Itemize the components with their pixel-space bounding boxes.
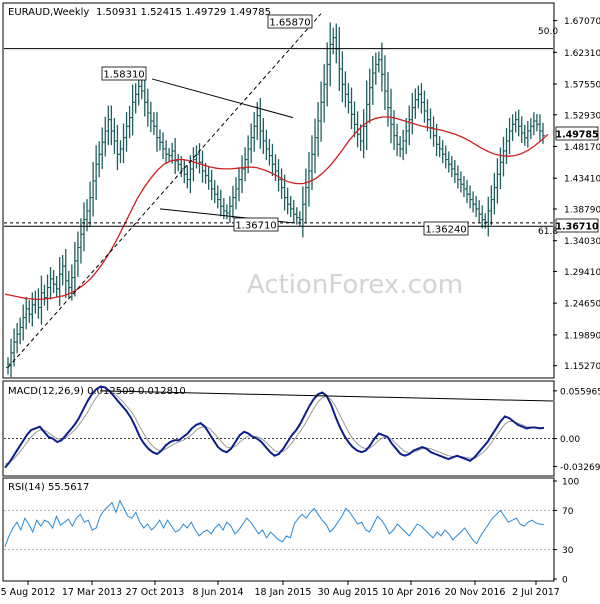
price-tick-label: 1.34030 — [564, 237, 600, 247]
price-tick-label: 1.19890 — [564, 331, 600, 341]
macd-tick-label: -0.03269 — [560, 463, 600, 473]
price-ohlc: 1.50931 1.52415 1.49729 1.49785 — [96, 7, 271, 18]
rsi-tick-label: 100 — [562, 478, 579, 488]
price-tick-label: 1.52930 — [564, 111, 600, 121]
last-price-label: 1.49785 — [555, 130, 598, 141]
x-tick-label: 5 Aug 2012 — [1, 587, 56, 598]
callout-165870: 1.65870 — [269, 18, 310, 29]
macd-tick-label: 0.00 — [560, 435, 580, 445]
price-tick-label: 1.57550 — [564, 81, 600, 91]
chart-root: ActionForex.com EURAUD,Weekly 1.50931 1.… — [0, 0, 600, 600]
price-tick-label: 1.48170 — [564, 143, 600, 153]
price-axis-group: 1.67070 1.62310 1.57550 1.52930 1.48170 1.434… — [553, 17, 600, 372]
x-tick-label: 2 Jul 2017 — [512, 587, 560, 598]
price-tick-label: 1.67070 — [564, 17, 600, 27]
price-tick-label: 1.29410 — [564, 268, 600, 278]
x-tick-label: 27 Oct 2013 — [126, 587, 185, 598]
chart-canvas: ActionForex.com EURAUD,Weekly 1.50931 1.… — [1, 2, 600, 598]
rsi-tick-label: 70 — [562, 507, 574, 517]
rsi-tick-label: 0 — [562, 576, 568, 586]
rsi-tick-label: 30 — [562, 546, 574, 556]
price-tick-label: 1.38790 — [564, 205, 600, 215]
x-tick-label: 30 Aug 2015 — [318, 587, 379, 598]
x-tick-label: 18 Jan 2015 — [255, 587, 312, 598]
price-tick-label: 1.15270 — [564, 362, 600, 372]
fib-50-label: 50.0 — [538, 27, 558, 37]
x-axis-group: 5 Aug 2012 17 Mar 2013 27 Oct 2013 8 Jun 20… — [1, 581, 560, 598]
price-title: EURAUD,Weekly — [8, 7, 89, 18]
watermark: ActionForex.com — [247, 270, 463, 300]
x-tick-label: 8 Jun 2014 — [192, 587, 243, 598]
callout-136240: 1.36240 — [425, 225, 466, 236]
price-tick-label: 1.62310 — [564, 49, 600, 59]
price-tick-label: 1.43410 — [564, 175, 600, 185]
support-price-label: 1.36710 — [555, 222, 599, 233]
macd-tick-label: 0.055965 — [560, 387, 600, 397]
rsi-panel-frame — [2, 477, 555, 582]
x-tick-label: 17 Mar 2013 — [62, 587, 122, 598]
x-tick-label: 10 Apr 2016 — [382, 587, 441, 598]
price-tick-label: 1.24650 — [564, 300, 600, 310]
rsi-title: RSI(14) 55.5617 — [8, 482, 89, 493]
callout-158310: 1.58310 — [103, 70, 144, 81]
x-tick-label: 20 Nov 2016 — [445, 587, 506, 598]
callout-136710: 1.36710 — [235, 221, 276, 232]
